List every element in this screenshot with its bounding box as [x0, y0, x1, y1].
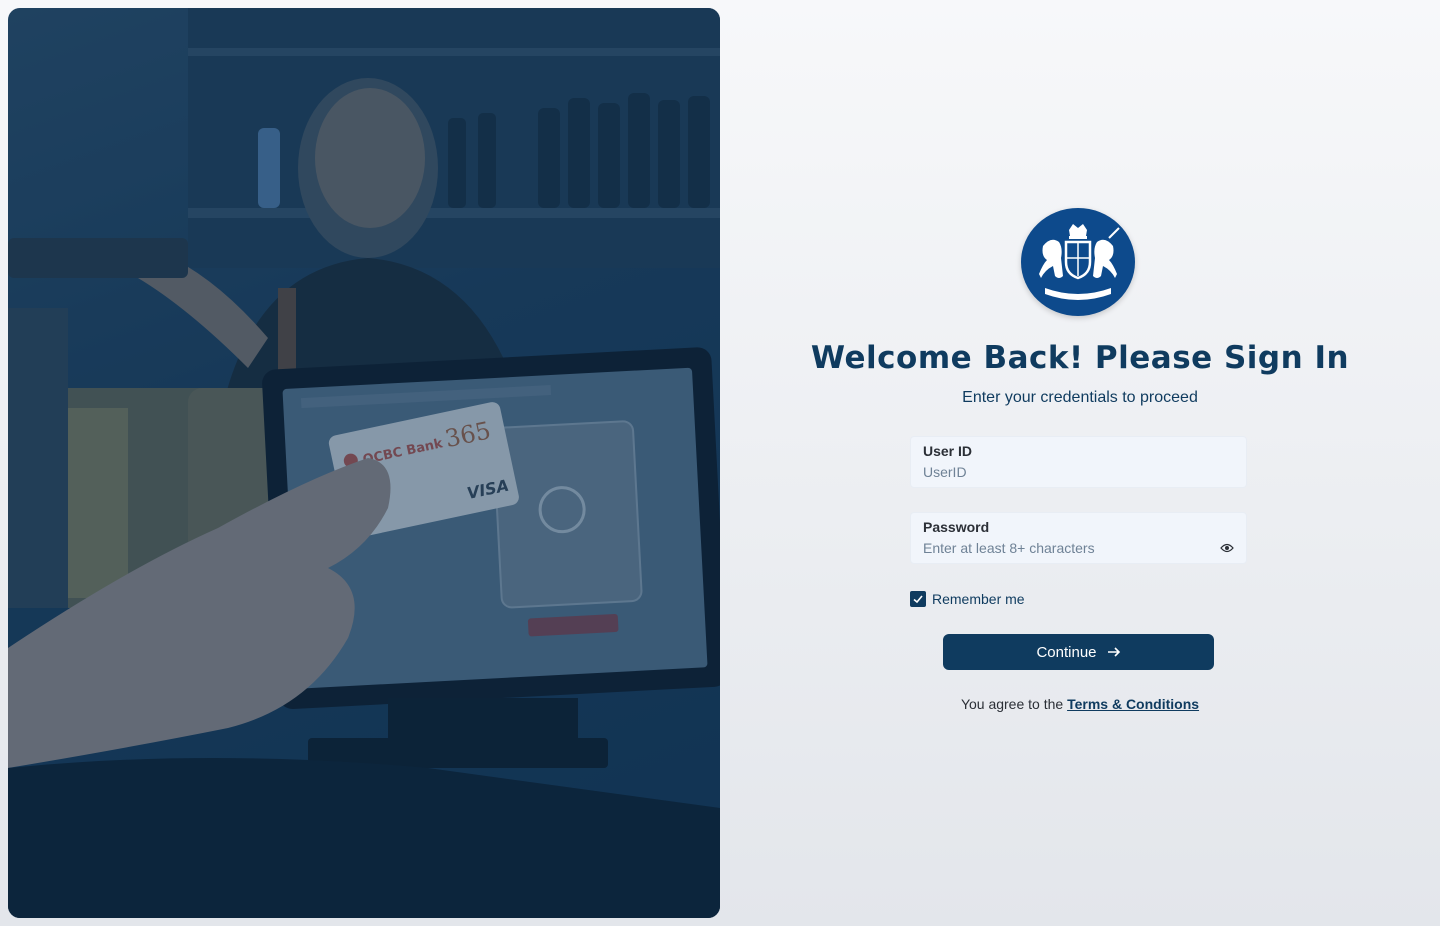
user-id-field[interactable]: User ID	[910, 436, 1247, 488]
password-input[interactable]	[923, 540, 1234, 556]
password-label: Password	[923, 519, 990, 535]
terms-text: You agree to the Terms & Conditions	[720, 696, 1440, 712]
password-field[interactable]: Password	[910, 512, 1247, 564]
arrow-right-icon	[1107, 647, 1120, 657]
hero-image: OCBC Bank 365 VISA	[8, 8, 720, 918]
user-id-input[interactable]	[923, 464, 1234, 480]
checkmark-icon	[913, 595, 923, 604]
terms-prefix: You agree to the	[960, 696, 1064, 712]
eye-icon[interactable]	[1220, 543, 1234, 553]
signin-panel: Welcome Back! Please Sign In Enter your …	[720, 0, 1440, 926]
page-title: Welcome Back! Please Sign In	[810, 340, 1350, 376]
terms-link[interactable]: Terms & Conditions	[1067, 696, 1199, 712]
continue-button[interactable]: Continue	[943, 634, 1214, 670]
royal-coat-of-arms-icon	[1021, 208, 1135, 316]
continue-label: Continue	[1036, 643, 1097, 661]
user-id-label: User ID	[923, 443, 973, 459]
remember-me-row[interactable]: Remember me	[910, 590, 1025, 608]
page-subtitle: Enter your credentials to proceed	[962, 389, 1198, 406]
remember-me-checkbox[interactable]	[910, 591, 926, 607]
remember-me-label: Remember me	[932, 591, 1025, 607]
